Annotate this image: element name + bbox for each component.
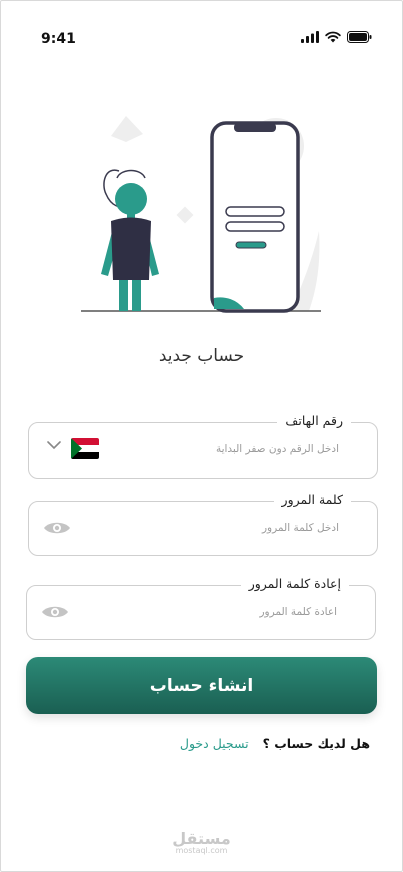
signal-icon	[301, 31, 319, 43]
login-link[interactable]: تسجيل دخول	[180, 736, 249, 751]
status-icons	[301, 31, 372, 43]
login-question: هل لديك حساب ؟	[262, 736, 370, 751]
password-label: كلمة المرور	[273, 492, 351, 507]
status-bar: 9:41	[1, 1, 402, 71]
confirm-password-label: إعادة كلمة المرور	[240, 576, 349, 591]
page-title: حساب جديد	[158, 346, 245, 366]
login-prompt: هل لديك حساب ؟ تسجيل دخول	[180, 736, 370, 751]
confirm-password-field[interactable]: إعادة كلمة المرور اعادة كلمة المرور	[26, 576, 376, 640]
wifi-icon	[325, 31, 341, 43]
create-account-button[interactable]: انشاء حساب	[26, 657, 377, 714]
eye-icon[interactable]	[41, 604, 69, 620]
signup-illustration	[81, 116, 321, 313]
watermark: مستقل mostaql.com	[1, 829, 402, 855]
battery-icon	[347, 31, 372, 43]
watermark-domain: mostaql.com	[175, 846, 228, 855]
app-screen: 9:41 حساب جديد رقم الهاتف ادخل الرقم دون…	[0, 0, 403, 872]
sudan-flag-icon[interactable]	[71, 438, 99, 459]
confirm-password-placeholder: اعادة كلمة المرور	[259, 606, 337, 618]
password-placeholder: ادخل كلمة المرور	[261, 522, 339, 534]
status-time: 9:41	[41, 31, 76, 47]
eye-icon[interactable]	[43, 520, 71, 536]
chevron-down-icon[interactable]	[47, 441, 61, 450]
password-field[interactable]: كلمة المرور ادخل كلمة المرور	[28, 492, 378, 556]
phone-label: رقم الهاتف	[277, 413, 351, 428]
phone-field[interactable]: رقم الهاتف ادخل الرقم دون صفر البداية	[28, 413, 378, 479]
phone-placeholder: ادخل الرقم دون صفر البداية	[215, 443, 339, 455]
